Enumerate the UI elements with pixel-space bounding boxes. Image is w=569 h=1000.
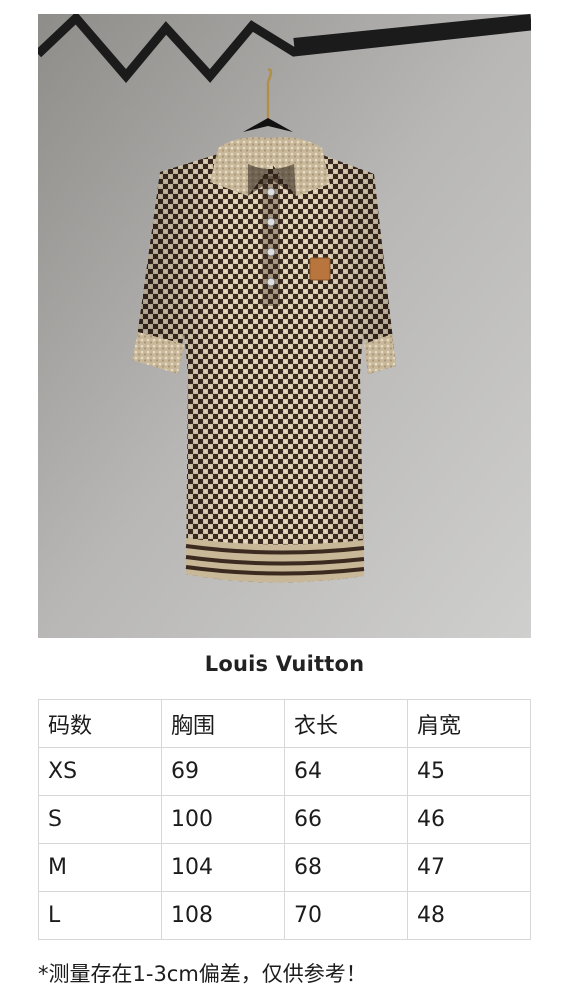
table-cell: 69 [161, 747, 285, 796]
table-row: XS 69 64 45 [38, 747, 531, 796]
table-cell: S [38, 795, 162, 844]
leather-logo-patch [309, 257, 331, 281]
brand-title: Louis Vuitton [204, 652, 365, 676]
table-cell: XS [38, 747, 162, 796]
table-cell: 108 [161, 891, 285, 940]
table-cell: 104 [161, 843, 285, 892]
header-cell: 码数 [38, 699, 162, 748]
product-photo [38, 14, 531, 638]
table-cell: L [38, 891, 162, 940]
table-row: L 108 70 48 [38, 891, 531, 940]
table-cell: 64 [284, 747, 408, 796]
header-cell: 衣长 [284, 699, 408, 748]
size-chart-table: 码数 胸围 衣长 肩宽 XS 69 64 45 S 100 66 46 M 10… [38, 699, 531, 940]
table-cell: 70 [284, 891, 408, 940]
table-header-row: 码数 胸围 衣长 肩宽 [38, 699, 531, 748]
table-cell: 68 [284, 843, 408, 892]
table-cell: 66 [284, 795, 408, 844]
table-cell: M [38, 843, 162, 892]
header-cell: 胸围 [161, 699, 285, 748]
table-cell: 45 [407, 747, 531, 796]
table-cell: 46 [407, 795, 531, 844]
table-row: M 104 68 47 [38, 843, 531, 892]
header-cell: 肩宽 [407, 699, 531, 748]
table-row: S 100 66 46 [38, 795, 531, 844]
measurement-note: *测量存在1-3cm偏差，仅供参考！ [38, 962, 367, 986]
table-cell: 47 [407, 843, 531, 892]
table-cell: 100 [161, 795, 285, 844]
table-cell: 48 [407, 891, 531, 940]
